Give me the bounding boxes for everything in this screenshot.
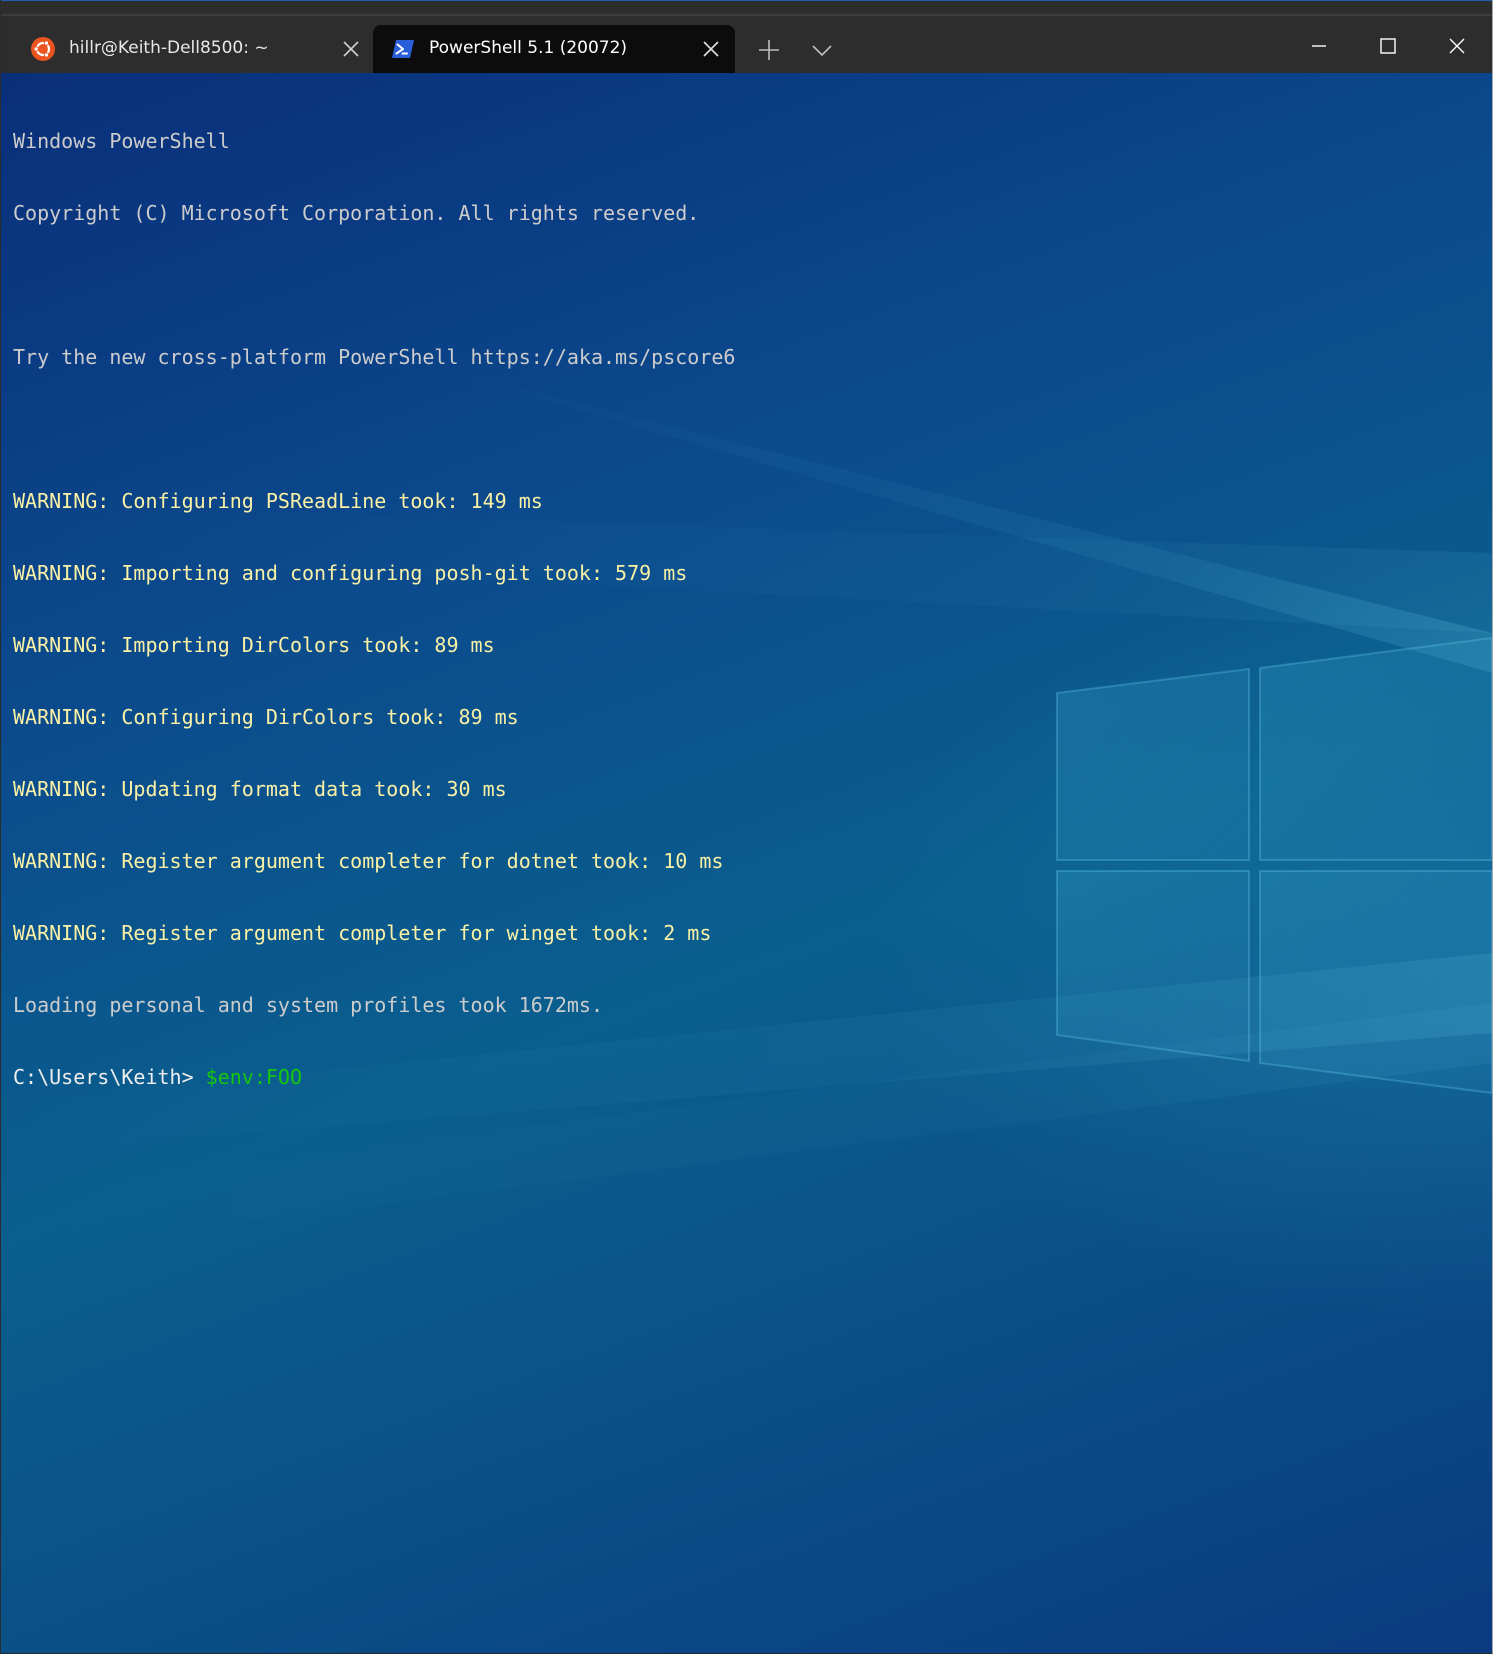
warning-line: WARNING: Updating format data took: 30 m… — [13, 777, 507, 801]
terminal-pane[interactable]: Windows PowerShell Copyright (C) Microso… — [1, 73, 1492, 1653]
close-window-icon[interactable] — [1429, 24, 1485, 68]
terminal-window: hillr@Keith-Dell8500: ~ PowerShell 5.1 (… — [0, 0, 1493, 1654]
warning-line: WARNING: Configuring DirColors took: 89 … — [13, 705, 519, 729]
maximize-icon[interactable] — [1360, 24, 1416, 68]
ubuntu-icon — [31, 37, 55, 61]
tab-title: PowerShell 5.1 (20072) — [429, 38, 628, 58]
terminal-line: Copyright (C) Microsoft Corporation. All… — [13, 201, 700, 225]
terminal-line: Windows PowerShell — [13, 129, 230, 153]
title-bar[interactable]: hillr@Keith-Dell8500: ~ PowerShell 5.1 (… — [1, 0, 1492, 73]
tab-powershell[interactable]: PowerShell 5.1 (20072) — [373, 25, 735, 73]
title-bar-top-strip — [1, 0, 1492, 16]
warning-line: WARNING: Configuring PSReadLine took: 14… — [13, 489, 543, 513]
terminal-line: Try the new cross-platform PowerShell ht… — [13, 345, 736, 369]
command-input[interactable]: $env:FOO — [206, 1065, 302, 1089]
prompt-path: C:\Users\Keith> — [13, 1065, 206, 1089]
terminal-output: Windows PowerShell Copyright (C) Microso… — [13, 81, 735, 1137]
chevron-down-icon[interactable] — [806, 34, 838, 66]
new-tab-plus-icon[interactable] — [753, 34, 785, 66]
powershell-icon — [392, 40, 414, 58]
warning-line: WARNING: Register argument completer for… — [13, 849, 724, 873]
profile-load-line: Loading personal and system profiles too… — [13, 993, 604, 1017]
prompt-line[interactable]: C:\Users\Keith> $env:FOO — [13, 1065, 735, 1089]
warning-line: WARNING: Importing and configuring posh-… — [13, 561, 688, 585]
warning-line: WARNING: Register argument completer for… — [13, 921, 712, 945]
tab-ubuntu[interactable]: hillr@Keith-Dell8500: ~ — [13, 25, 375, 73]
warning-line: WARNING: Importing DirColors took: 89 ms — [13, 633, 495, 657]
close-tab-icon[interactable] — [701, 39, 721, 59]
tab-title: hillr@Keith-Dell8500: ~ — [69, 38, 269, 58]
minimize-icon[interactable] — [1291, 24, 1347, 68]
close-tab-icon[interactable] — [341, 39, 361, 59]
